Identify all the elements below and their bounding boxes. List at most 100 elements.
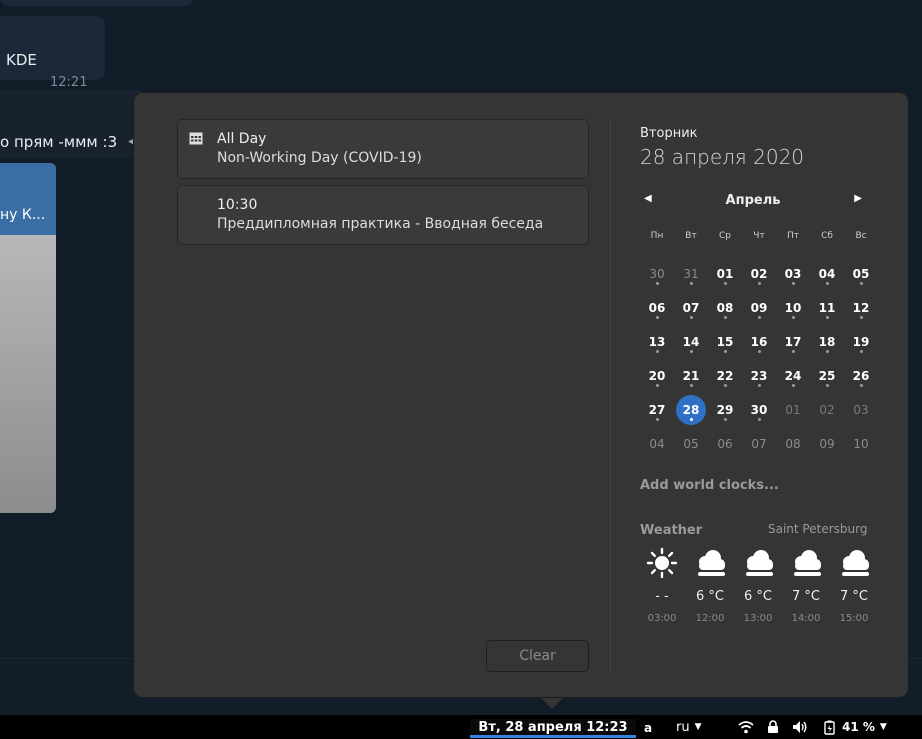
calendar-day[interactable]: 31 (674, 257, 708, 291)
event-dot (689, 282, 693, 285)
calendar-day[interactable]: 02 (742, 257, 776, 291)
chat-bubble[interactable]: о прям -ммм :3 ◂ (0, 90, 140, 158)
calendar-day[interactable]: 30 (640, 257, 674, 291)
calendar-day-number: 03 (784, 267, 802, 281)
calendar-day-number: 26 (852, 369, 870, 383)
forecast-entry: 6 °C 12:00 (686, 547, 734, 624)
calendar-day[interactable]: 03 (776, 257, 810, 291)
weather-forecast[interactable]: - - 03:00 6 °C 12:00 6 °C 13:00 7 °C 14:00 7 °C 1… (638, 547, 878, 624)
calendar-day[interactable]: 08 (708, 291, 742, 325)
calendar-day[interactable]: 01 (776, 393, 810, 427)
calendar-day[interactable]: 06 (640, 291, 674, 325)
calendar-day-number: 24 (784, 369, 802, 383)
calendar-day-number: 03 (853, 403, 869, 417)
calendar-day[interactable]: 09 (810, 427, 844, 461)
weekday-label: Сб (821, 231, 833, 241)
calendar-day[interactable]: 19 (844, 325, 878, 359)
forecast-temperature: - - (655, 589, 669, 604)
calendar-day[interactable]: 26 (844, 359, 878, 393)
battery-indicator[interactable]: 41 % ▼ (824, 719, 887, 735)
calendar-day[interactable]: 12 (844, 291, 878, 325)
calendar-day-number: 16 (750, 335, 768, 349)
link-preview-card[interactable]: ну К... (0, 163, 56, 513)
add-world-clocks-link[interactable]: Add world clocks... (640, 478, 779, 493)
calendar-day-number: 08 (785, 437, 801, 451)
forecast-temperature: 7 °C (840, 589, 868, 604)
event-dot (825, 316, 829, 319)
event-dot (655, 384, 659, 387)
calendar-day-number: 01 (785, 403, 801, 417)
weekday-header: Пн Вт Ср Чт Пт Сб Вс (640, 231, 878, 241)
input-source-label: ru (676, 719, 690, 735)
calendar-day[interactable]: 25 (810, 359, 844, 393)
calendar-day-number: 04 (649, 437, 665, 451)
calendar-day[interactable]: 06 (708, 427, 742, 461)
event-dot (723, 316, 727, 319)
calendar-day[interactable]: 07 (742, 427, 776, 461)
calendar-day[interactable]: 23 (742, 359, 776, 393)
calendar-day[interactable]: 13 (640, 325, 674, 359)
link-preview-image (0, 235, 56, 513)
calendar-day[interactable]: 01 (708, 257, 742, 291)
calendar-day[interactable]: 04 (640, 427, 674, 461)
svg-text:a: a (644, 721, 652, 734)
chat-bubble[interactable]: KDE 12:21 (0, 16, 105, 90)
event-dot (655, 350, 659, 353)
calendar-day[interactable]: 17 (776, 325, 810, 359)
calendar-day-number: 10 (853, 437, 869, 451)
calendar-day[interactable]: 14 (674, 325, 708, 359)
calendar-day[interactable]: 10 (776, 291, 810, 325)
calendar-day[interactable]: 30 (742, 393, 776, 427)
calendar-day[interactable]: 18 (810, 325, 844, 359)
calendar-day[interactable]: 05 (844, 257, 878, 291)
weather-title[interactable]: Weather (640, 523, 702, 538)
calendar-day[interactable]: 04 (810, 257, 844, 291)
forecast-temperature: 7 °C (792, 589, 820, 604)
calendar-day-number: 12 (852, 301, 870, 315)
chat-message-text: о прям -ммм :3 (0, 133, 118, 151)
calendar-day[interactable]: 11 (810, 291, 844, 325)
calendar-day[interactable]: 15 (708, 325, 742, 359)
calendar-day[interactable]: 21 (674, 359, 708, 393)
calendar-day-number: 01 (716, 267, 734, 281)
clear-button[interactable]: Clear (486, 640, 589, 672)
calendar-day[interactable]: 09 (742, 291, 776, 325)
event-dot (689, 384, 693, 387)
calendar-day[interactable]: 29 (708, 393, 742, 427)
event-subtitle: Преддипломная практика - Вводная беседа (217, 216, 544, 232)
calendar-day[interactable]: 24 (776, 359, 810, 393)
calendar-day-number: 06 (648, 301, 666, 315)
calendar-day[interactable]: 05 (674, 427, 708, 461)
calendar-day-number: 17 (784, 335, 802, 349)
cloud-icon (836, 547, 872, 583)
chevron-down-icon: ▼ (879, 722, 887, 732)
cloud-icon (692, 547, 728, 583)
calendar-day[interactable]: 20 (640, 359, 674, 393)
calendar-day-number: 07 (682, 301, 700, 315)
next-month-icon[interactable]: ▶ (854, 193, 862, 204)
weekday-label: Вс (855, 231, 867, 241)
calendar-day[interactable]: 27 (640, 393, 674, 427)
calendar-day[interactable]: 08 (776, 427, 810, 461)
calendar-day[interactable]: 07 (674, 291, 708, 325)
event-dot (723, 350, 727, 353)
volume-icon[interactable] (792, 719, 808, 735)
vpn-lock-icon[interactable] (767, 719, 779, 735)
event-item[interactable]: All Day Non-Working Day (COVID-19) (177, 119, 589, 179)
calendar-day-today[interactable]: 28 (676, 395, 706, 425)
wifi-icon[interactable] (738, 719, 754, 735)
calendar-day[interactable]: 16 (742, 325, 776, 359)
clock-button[interactable]: Вт, 28 апреля 12:23 (470, 719, 636, 735)
event-dot (689, 418, 693, 421)
calendar-day[interactable]: 22 (708, 359, 742, 393)
calendar-day[interactable]: 10 (844, 427, 878, 461)
calendar-day[interactable]: 03 (844, 393, 878, 427)
event-dot (757, 282, 761, 285)
event-dot (791, 350, 795, 353)
event-item[interactable]: 10:30 Преддипломная практика - Вводная б… (177, 185, 589, 245)
calendar-day[interactable]: 02 (810, 393, 844, 427)
accessibility-icon[interactable]: a (643, 719, 656, 735)
weekday-label: Пн (650, 231, 664, 241)
input-source-menu[interactable]: ru ▼ (676, 719, 702, 735)
top-panel: Вт, 28 апреля 12:23 a ru ▼ 41 % ▼ (0, 715, 922, 739)
